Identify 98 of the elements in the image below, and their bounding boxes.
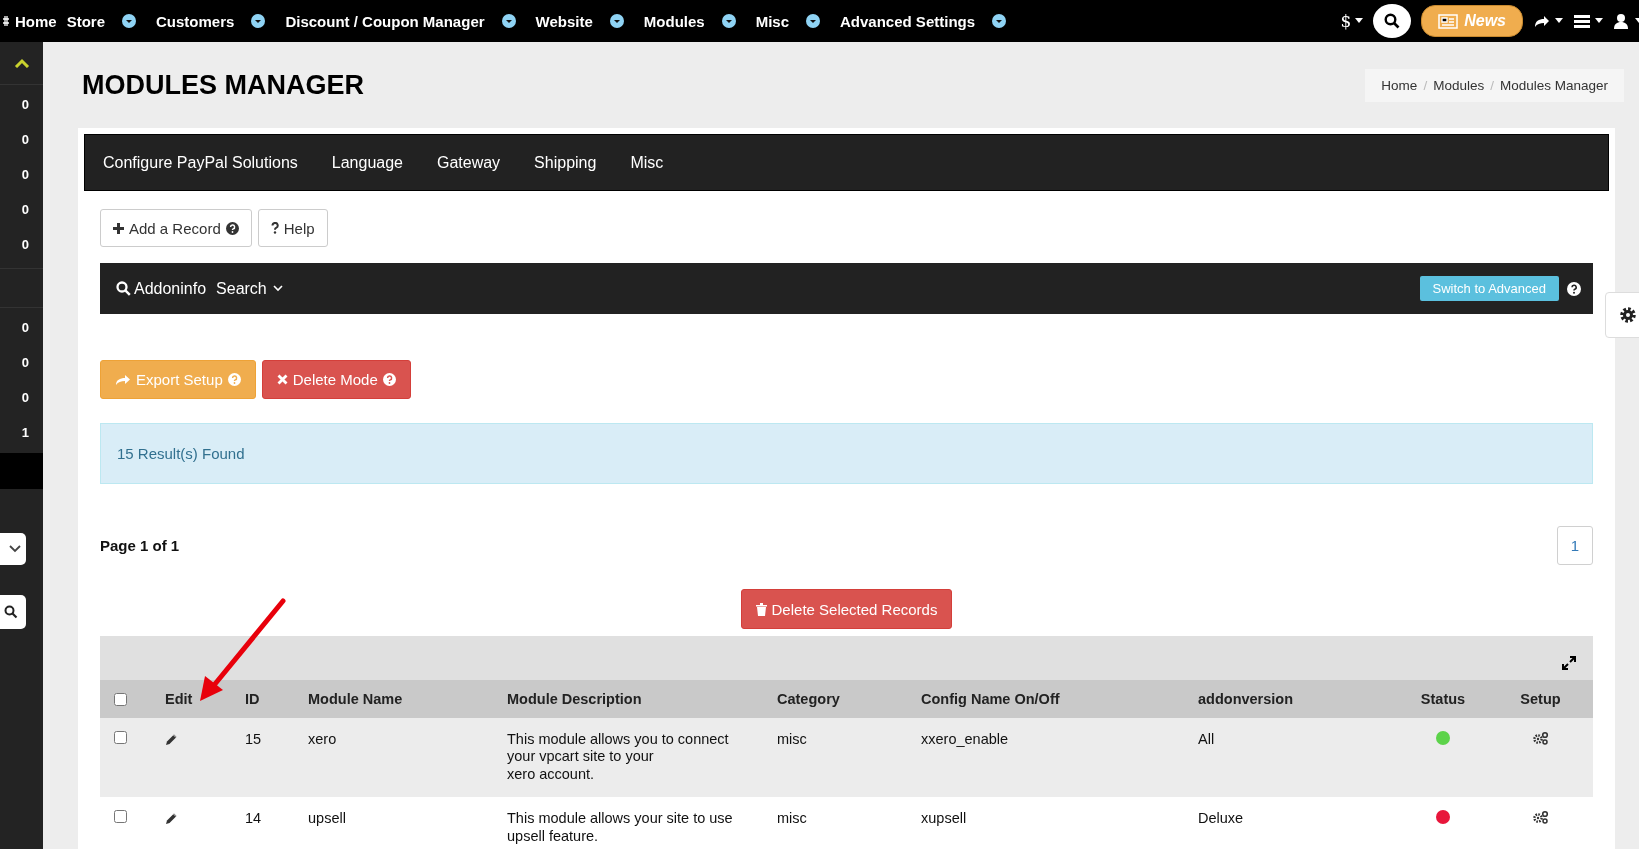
delete-selected-button[interactable]: Delete Selected Records: [740, 589, 953, 629]
table-cell: xero: [308, 718, 507, 798]
settings-icon: [1618, 305, 1638, 325]
nav-menu-item[interactable]: Misc: [755, 12, 820, 30]
breadcrumb-link[interactable]: Home: [1381, 77, 1418, 93]
breadcrumb-link[interactable]: Modules Manager: [1499, 77, 1608, 93]
column-header: addonversion: [1198, 680, 1398, 718]
add-record-button[interactable]: Add a Record: [100, 209, 252, 247]
select-all-checkbox[interactable]: [114, 692, 127, 706]
table-cell: misc: [777, 718, 921, 798]
table-cell: xupsell: [921, 797, 1198, 849]
sidebar-count: 0: [20, 166, 30, 184]
help-icon: [1567, 281, 1581, 296]
table-cell: misc: [777, 797, 921, 849]
caret-icon: [1595, 18, 1603, 24]
newspaper-icon: [1438, 13, 1459, 29]
sidebar-count: 1: [20, 424, 30, 442]
search-icon: [4, 605, 18, 619]
sidebar-count: 0: [20, 236, 30, 254]
caret-icon: [1555, 18, 1563, 24]
row-checkbox[interactable]: [114, 731, 127, 744]
sidebar-count: 0: [20, 354, 30, 372]
list-icon: [1573, 13, 1591, 29]
question-mark-icon: [270, 222, 279, 234]
toolbar-menu[interactable]: [1533, 13, 1563, 29]
tab[interactable]: Language: [331, 153, 403, 172]
pencil-icon: [165, 812, 178, 826]
trash-icon: [755, 602, 767, 616]
caret-icon: [1355, 18, 1364, 24]
nav-menu-item[interactable]: Modules: [643, 12, 736, 30]
table-cell: 15: [245, 718, 308, 798]
sidebar-count: 0: [20, 96, 30, 114]
share-arrow-icon: [115, 373, 131, 386]
search-icon: [116, 281, 131, 296]
gears-icon: [1532, 731, 1549, 745]
sidebar-count: 0: [20, 389, 30, 407]
page-link[interactable]: 1: [1556, 526, 1593, 565]
question-circle-icon: [225, 221, 239, 235]
question-circle-icon: [382, 373, 396, 386]
chevron-up-icon: [13, 58, 30, 68]
search-panel-title: Addoninfo: [116, 279, 207, 298]
nav-menu-item[interactable]: Home: [2, 12, 57, 30]
search-dropdown[interactable]: Search: [216, 279, 283, 298]
table-cell: Deluxe: [1198, 797, 1398, 849]
sidebar-count: 0: [20, 201, 30, 219]
share-icon: [1533, 13, 1551, 29]
column-header: Config Name On/Off: [921, 680, 1198, 718]
plus-icon: [113, 222, 124, 234]
page-indicator: Page 1 of 1: [100, 537, 180, 554]
expand-icon: [1561, 655, 1577, 671]
tab[interactable]: Configure PayPal Solutions: [103, 153, 298, 172]
tab[interactable]: Shipping: [534, 153, 597, 172]
sidebar-count: 0: [20, 131, 30, 149]
sidebar-bar: [0, 453, 43, 489]
nav-menu-item[interactable]: Advanced Settings: [840, 12, 1007, 30]
column-header: ID: [245, 680, 308, 718]
table-cell: xxero_enable: [921, 718, 1198, 798]
sidebar-search-button[interactable]: [0, 595, 26, 629]
breadcrumb-link[interactable]: Modules: [1433, 77, 1485, 93]
breadcrumb-separator: /: [1423, 77, 1428, 93]
chevron-down-icon: [9, 545, 21, 553]
sidebar-count: 0: [20, 319, 30, 337]
breadcrumb-separator: /: [1490, 77, 1494, 93]
search-button[interactable]: [1373, 4, 1412, 38]
row-checkbox[interactable]: [114, 810, 127, 824]
column-header: Setup: [1488, 680, 1593, 718]
column-header: Module Name: [308, 680, 507, 718]
column-header: Edit: [165, 680, 245, 718]
user-icon: [1613, 13, 1631, 29]
table-cell-text: This module allows you to connect your vpcart site to your xero account.: [507, 731, 730, 784]
column-header: Status: [1398, 680, 1488, 718]
page-title: MODULES MANAGER: [82, 69, 364, 101]
nav-menu-item[interactable]: Store: [66, 12, 137, 30]
results-alert: 15 Result(s) Found: [100, 423, 1593, 484]
table-cell: All: [1198, 718, 1398, 798]
help-button[interactable]: Help: [257, 209, 328, 247]
table-cell: upsell: [308, 797, 507, 849]
currency-menu[interactable]: $: [1340, 11, 1364, 31]
column-header: Module Description: [507, 680, 777, 718]
nav-menu-item[interactable]: Website: [535, 12, 624, 30]
toolbar-menu[interactable]: [1613, 13, 1639, 29]
pencil-icon: [165, 733, 178, 746]
sidebar-select[interactable]: [0, 533, 26, 565]
chevron-down-icon: [272, 285, 283, 292]
toolbar-menu[interactable]: [1573, 13, 1603, 29]
table-cell: 14: [245, 797, 308, 849]
table-cell-text: This module allows your site to use upsell feature.: [507, 810, 734, 845]
question-circle-icon: [227, 373, 241, 386]
tab[interactable]: Gateway: [436, 153, 501, 172]
nav-menu-item[interactable]: Customers: [156, 12, 266, 30]
x-icon: [276, 374, 288, 385]
nav-menu-item[interactable]: Discount / Coupon Manager: [285, 12, 516, 30]
gears-icon: [1532, 810, 1549, 825]
delete-mode-button[interactable]: Delete Mode: [261, 360, 411, 399]
tab[interactable]: Misc: [630, 153, 664, 172]
column-header: Category: [777, 680, 921, 718]
search-icon: [1384, 13, 1401, 29]
settings-button[interactable]: [1605, 292, 1639, 338]
